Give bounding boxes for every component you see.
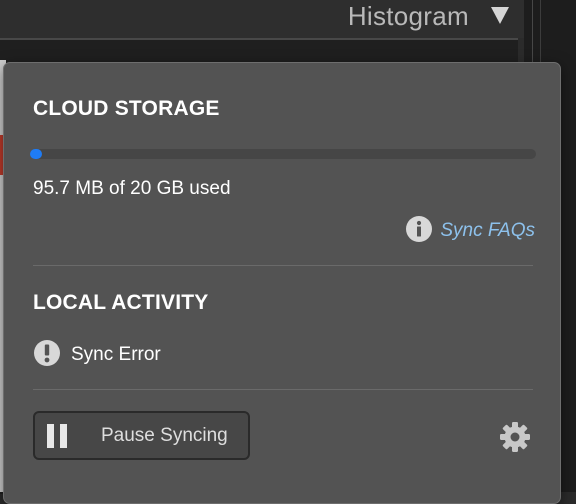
pause-syncing-button[interactable]: Pause Syncing <box>33 411 250 460</box>
local-activity-title: LOCAL ACTIVITY <box>33 291 209 314</box>
sync-faqs-link[interactable]: Sync FAQs <box>405 215 535 248</box>
storage-progress-fill <box>30 149 42 159</box>
panel-header: Histogram <box>0 0 576 38</box>
exclamation-icon <box>33 339 61 372</box>
cloud-storage-title: CLOUD STORAGE <box>33 97 220 120</box>
panel-title: Histogram <box>347 1 469 31</box>
storage-usage-text: 95.7 MB of 20 GB used <box>33 178 231 199</box>
pause-icon <box>47 424 71 453</box>
footer-divider <box>33 389 533 390</box>
triangle-down-icon[interactable] <box>488 3 512 27</box>
info-icon <box>405 215 433 248</box>
sync-status-text: Sync Error <box>71 344 161 365</box>
sync-faqs-label: Sync FAQs <box>440 220 535 241</box>
sync-status: Sync Error <box>33 338 161 372</box>
storage-progress-bar <box>30 149 536 159</box>
pause-syncing-label: Pause Syncing <box>101 425 228 446</box>
cloud-sync-popover: CLOUD STORAGE 95.7 MB of 20 GB used Sync… <box>3 62 561 504</box>
gear-icon[interactable] <box>497 419 533 455</box>
section-divider <box>33 265 533 266</box>
